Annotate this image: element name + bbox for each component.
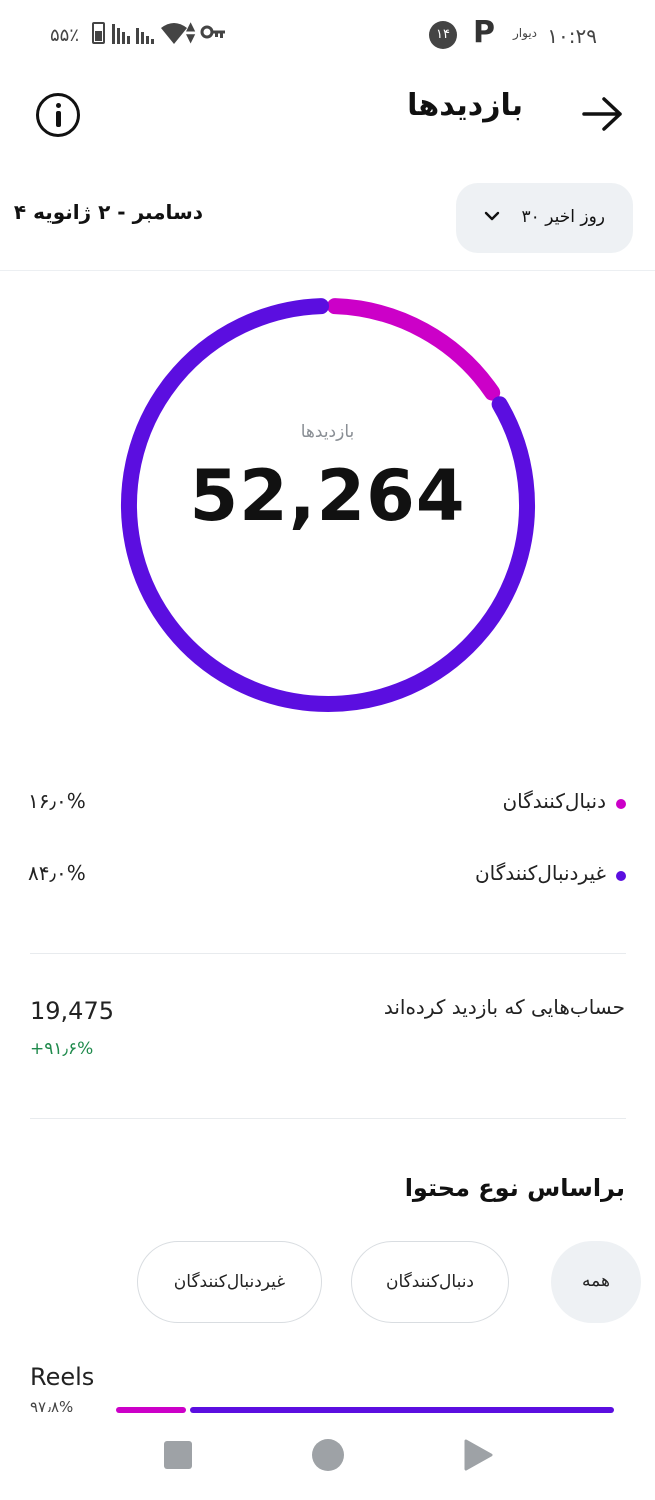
battery-percent: ۵۵٪ <box>50 25 80 46</box>
non-followers-legend-dot <box>616 871 626 881</box>
vpn-key-icon <box>200 25 225 39</box>
date-range-text: ۴ دسامبر - ۲ ژانویه <box>13 200 203 224</box>
legend-item-non-followers: غیردنبال‌کنندگان ۸۴٫۰% <box>28 855 628 895</box>
reels-followers-bar <box>116 1407 186 1413</box>
divider <box>30 953 626 954</box>
back-button[interactable] <box>463 1439 493 1471</box>
views-total: 52,264 <box>189 455 466 537</box>
legend-percent: ۱۶٫۰% <box>28 789 86 813</box>
page-title: بازدیدها <box>407 88 523 123</box>
followers-legend-dot <box>616 799 626 809</box>
content-type-title: براساس نوع محتوا <box>404 1174 625 1202</box>
divar-app-label: دیوار <box>512 26 537 40</box>
reels-label: Reels <box>30 1363 95 1391</box>
info-icon[interactable] <box>36 93 80 137</box>
donut-segment-followers <box>326 298 501 401</box>
divider <box>0 270 655 271</box>
chevron-down-icon <box>484 211 500 221</box>
signal-icon <box>112 24 154 44</box>
battery-icon <box>92 22 105 44</box>
p-app-icon: P <box>473 15 495 50</box>
date-range-dropdown[interactable]: ۳۰ روز اخیر <box>456 183 633 253</box>
clock: ۱۰:۲۹ <box>547 24 597 48</box>
filter-chip-followers[interactable]: دنبال‌کنندگان <box>351 1241 509 1323</box>
accounts-reached-change: +۹۱٫۶% <box>30 1039 94 1059</box>
data-arrows-icon: ▲ ▼ <box>186 19 196 45</box>
legend-label: غیردنبال‌کنندگان <box>474 861 606 885</box>
filter-chip-all[interactable]: همه <box>551 1241 641 1323</box>
accounts-reached-value: 19,475 <box>30 997 114 1025</box>
home-button[interactable] <box>312 1439 344 1471</box>
legend-label: دنبال‌کنندگان <box>502 789 606 813</box>
accounts-reached-label: حساب‌هایی که بازدید کرده‌اند <box>383 995 625 1019</box>
legend-percent: ۸۴٫۰% <box>28 861 86 885</box>
recents-button[interactable] <box>164 1441 192 1469</box>
arrow-right-icon[interactable] <box>580 94 626 134</box>
reels-percent: ۹۷٫۸% <box>30 1398 74 1412</box>
views-label: بازدیدها <box>300 422 355 442</box>
filter-chip-non-followers[interactable]: غیردنبال‌کنندگان <box>137 1241 322 1323</box>
date-range-option: ۳۰ روز اخیر <box>521 207 605 227</box>
notification-badge: ۱۴ <box>429 21 457 49</box>
status-bar: ۵۵٪ ▲ ▼ ۱۴ P دیوار ۱۰:۲۹ <box>0 0 655 70</box>
wifi-icon <box>161 23 187 44</box>
legend-item-followers: دنبال‌کنندگان ۱۶٫۰% <box>28 783 628 823</box>
reels-non-followers-bar <box>190 1407 614 1413</box>
divider <box>30 1118 626 1119</box>
